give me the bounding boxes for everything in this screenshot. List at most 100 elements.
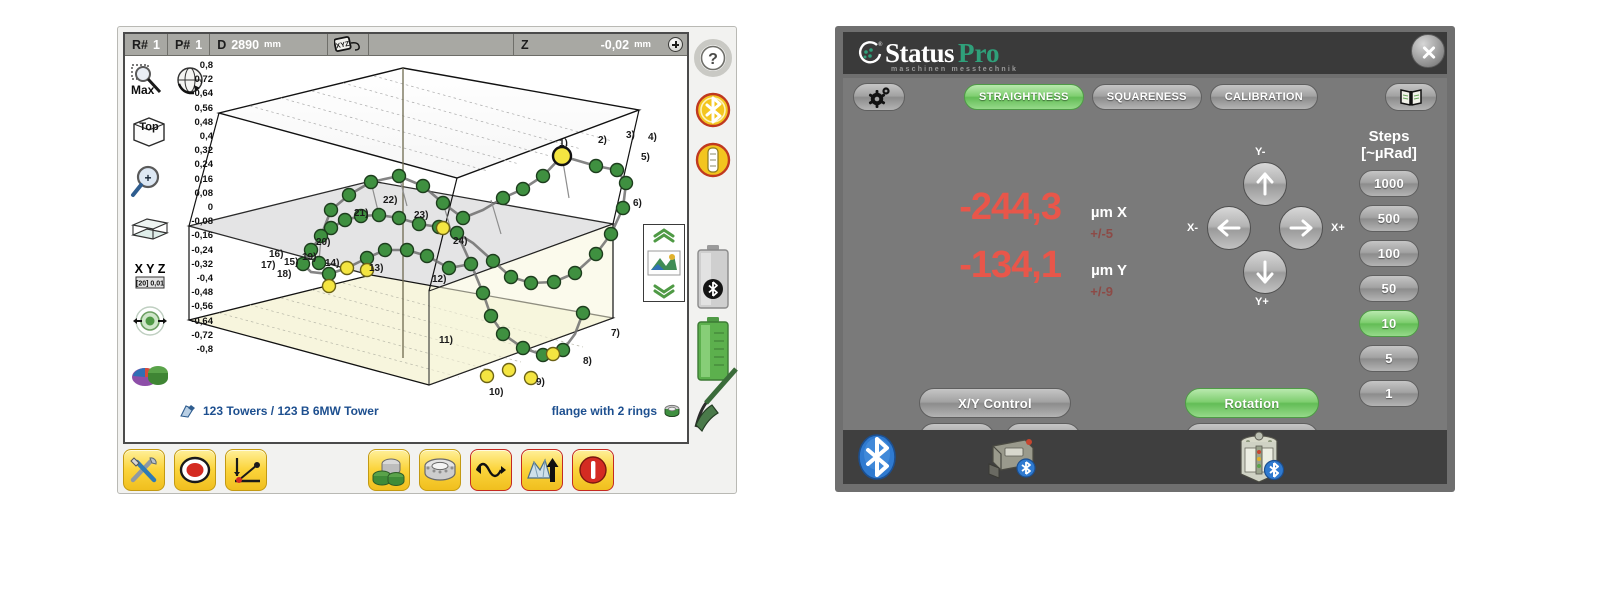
- 3d-view-thumbnail-icon[interactable]: [646, 248, 682, 278]
- y-axis-tick: 0,64: [194, 88, 214, 100]
- svg-text:23): 23): [414, 210, 428, 221]
- measure-chart-button[interactable]: [225, 449, 267, 491]
- svg-text:18): 18): [277, 269, 291, 280]
- layers-tool[interactable]: [129, 214, 170, 254]
- dpad-right-label: X+: [1331, 222, 1345, 234]
- controller-navbar: STRAIGHTNESS SQUARENESS CALIBRATION: [843, 78, 1447, 116]
- readout-y: -134,1 µm Y +/-9: [903, 246, 1153, 304]
- databar-spacer: [369, 33, 514, 56]
- zoom-in-tool[interactable]: +: [129, 164, 169, 204]
- step-option-100[interactable]: 100: [1359, 240, 1419, 267]
- y-axis-tick: 0,56: [194, 102, 214, 114]
- measurement-viewport: R# 1 P# 1 D 2890 mm XYZ Z -0,02 mm Max T…: [123, 32, 689, 444]
- laser-transmitter-icon[interactable]: [1228, 430, 1290, 489]
- dpad-down-label: Y+: [1255, 296, 1269, 308]
- center-target-tool[interactable]: [129, 304, 169, 344]
- lift-crystal-button[interactable]: [521, 449, 563, 491]
- top-view-tool[interactable]: Top: [129, 114, 169, 154]
- y-axis-tick: 0,08: [194, 187, 214, 199]
- y-axis-tick: -0,8: [196, 344, 213, 355]
- waveform-button[interactable]: [470, 449, 512, 491]
- max-zoom-tool[interactable]: Max: [129, 62, 169, 102]
- svg-text:13): 13): [369, 263, 383, 274]
- record-button[interactable]: [174, 449, 216, 491]
- svg-text:6): 6): [633, 198, 642, 209]
- z-unit: mm: [634, 39, 651, 50]
- xyz-tag-icon[interactable]: XYZ: [328, 33, 370, 56]
- y-axis-tick: 0,72: [194, 74, 214, 86]
- flange-label: flange with 2 rings: [551, 404, 657, 418]
- round-number-field[interactable]: R# 1: [125, 33, 168, 56]
- svg-text:24): 24): [453, 236, 467, 247]
- chevron-double-down-icon[interactable]: [651, 283, 677, 299]
- close-icon[interactable]: [1411, 34, 1445, 68]
- measurement-readouts: -244,3 µm X +/-5 -134,1 µm Y +/-9: [903, 188, 1153, 304]
- tools-button[interactable]: [123, 449, 165, 491]
- point-number-value: 1: [195, 37, 203, 52]
- y-axis-tick-labels: 0,8 0,72 0,64 0,56 0,48 0,4 0,32 0,24 0,16 0,08 0 -…: [171, 58, 215, 423]
- gear-icon[interactable]: [853, 83, 905, 111]
- readout-x-value: -244,3: [959, 186, 1062, 228]
- laser-receiver-icon[interactable]: [983, 434, 1045, 487]
- step-option-1000[interactable]: 1000: [1359, 170, 1419, 197]
- rotation-button[interactable]: Rotation: [1185, 388, 1319, 418]
- svg-text:8): 8): [583, 356, 592, 367]
- step-option-500[interactable]: 500: [1359, 205, 1419, 232]
- screenshot-stage: R# 1 P# 1 D 2890 mm XYZ Z -0,02 mm Max T…: [0, 0, 1600, 600]
- help-icon[interactable]: ?: [694, 39, 732, 77]
- bluetooth-status-icon[interactable]: [853, 432, 901, 487]
- z-value-field[interactable]: Z -0,02 mm: [514, 34, 658, 56]
- logo-tagline: maschinen messtechnik: [891, 66, 1019, 73]
- readout-y-unit: µm Y: [1091, 262, 1127, 279]
- book-icon[interactable]: [1385, 83, 1438, 111]
- power-stop-button[interactable]: [572, 449, 614, 491]
- chevron-double-up-icon[interactable]: [651, 227, 677, 243]
- view-tool-rail: Max Top + X Y Z [20] 0,01: [127, 58, 203, 444]
- bluetooth-icon[interactable]: [694, 91, 732, 129]
- diameter-label: D: [217, 37, 227, 52]
- 3d-surface-plot[interactable]: 0,8 0,72 0,64 0,56 0,48 0,4 0,32 0,24 0,16 0,08 0 -…: [171, 58, 689, 423]
- svg-text:Top: Top: [139, 121, 159, 133]
- dpad-down-button[interactable]: [1243, 250, 1287, 294]
- svg-text:19): 19): [302, 252, 316, 263]
- view-navigator[interactable]: [643, 224, 685, 302]
- steps-selector: Steps [~µRad] 1000 500 100 50 10 5 1: [1345, 128, 1433, 407]
- dpad-right-button[interactable]: [1279, 206, 1323, 250]
- step-option-1[interactable]: 1: [1359, 380, 1419, 407]
- xyz-tool[interactable]: X Y Z [20] 0,01: [129, 260, 169, 294]
- svg-text:?: ?: [708, 51, 718, 68]
- point-number-field[interactable]: P# 1: [168, 33, 211, 56]
- statuspro-controller-window: ® Status Pro maschinen messtechnik STRAI…: [835, 26, 1455, 492]
- dpad-up-button[interactable]: [1243, 162, 1287, 206]
- tab-squareness[interactable]: SQUARENESS: [1091, 84, 1202, 110]
- plus-circle-icon[interactable]: [668, 37, 683, 52]
- bearing-ring-button[interactable]: [419, 449, 461, 491]
- pie-chart-tool[interactable]: [129, 356, 169, 396]
- svg-text:+: +: [144, 171, 151, 185]
- inclinometer-icon[interactable]: [694, 141, 732, 179]
- svg-text:9): 9): [536, 377, 545, 388]
- app-bottom-toolbar: [123, 448, 733, 492]
- document-pen-icon: [180, 405, 195, 418]
- controller-body: -244,3 µm X +/-5 -134,1 µm Y +/-9 Y- X-: [843, 116, 1447, 453]
- diameter-field[interactable]: D 2890 mm: [210, 33, 329, 56]
- readout-x: -244,3 µm X +/-5: [903, 188, 1153, 246]
- step-option-10[interactable]: 10: [1359, 310, 1419, 337]
- tab-straightness[interactable]: STRAIGHTNESS: [963, 84, 1084, 110]
- svg-text:2): 2): [598, 135, 607, 146]
- device-dock: [843, 430, 1447, 484]
- z-label: Z: [520, 37, 529, 52]
- step-option-50[interactable]: 50: [1359, 275, 1419, 302]
- xy-control-button[interactable]: X/Y Control: [919, 388, 1071, 418]
- y-axis-tick: -0,64: [191, 315, 213, 327]
- y-axis-tick: 0,4: [199, 131, 213, 142]
- step-option-5[interactable]: 5: [1359, 345, 1419, 372]
- cable-sensor-icon: [692, 363, 738, 433]
- measurement-databar: R# 1 P# 1 D 2890 mm XYZ Z -0,02 mm: [125, 33, 687, 56]
- readout-x-unit: µm X: [1090, 204, 1127, 221]
- flange-stack-button[interactable]: [368, 449, 410, 491]
- svg-text:4): 4): [648, 132, 657, 143]
- y-axis-tick: -0,24: [191, 244, 213, 256]
- tab-calibration[interactable]: CALIBRATION: [1209, 84, 1319, 110]
- dpad-left-button[interactable]: [1207, 206, 1251, 250]
